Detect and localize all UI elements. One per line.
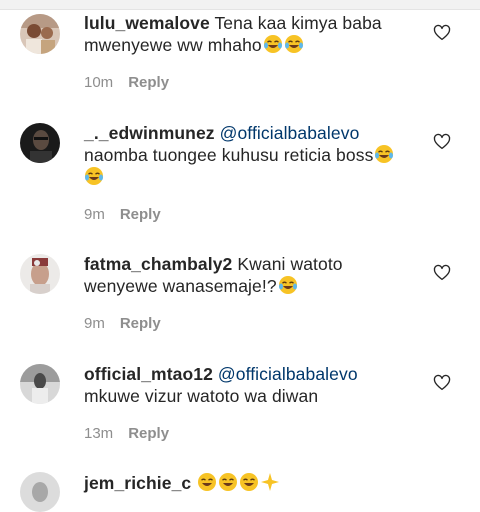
comment-timestamp: 9m: [84, 315, 105, 332]
laughing-tears-emoji-icon: [263, 35, 282, 53]
reply-button[interactable]: Reply: [120, 206, 161, 223]
comment-timestamp: 9m: [84, 206, 105, 223]
comment-meta: 10m Reply: [84, 74, 169, 91]
comment-body: fatma_chambaly2 Kwani watoto wenyewe wan…: [84, 253, 414, 297]
comment-body: jem_richie_c: [84, 472, 414, 494]
comment-body: official_mtao12 @officialbabalevo mkuwe …: [84, 363, 414, 407]
comment-username[interactable]: official_mtao12: [84, 364, 213, 384]
avatar[interactable]: [20, 123, 60, 163]
comment-body: _._edwinmunez @officialbabalevo naomba t…: [84, 122, 414, 188]
laughing-tears-emoji-icon: [284, 35, 303, 53]
comment-timestamp: 10m: [84, 74, 114, 91]
comment-text: naomba tuongee kuhusu reticia boss: [84, 145, 374, 165]
reply-button[interactable]: Reply: [128, 74, 169, 91]
heart-outline-icon[interactable]: [433, 374, 451, 392]
avatar[interactable]: [20, 364, 60, 404]
avatar[interactable]: [20, 472, 60, 512]
comment-meta: 9m Reply: [84, 315, 161, 332]
comment-username[interactable]: _._edwinmunez: [84, 123, 215, 143]
comment-timestamp: 13m: [84, 425, 114, 442]
comments-list: lulu_wemalove Tena kaa kimya baba mwenye…: [0, 0, 480, 512]
laughing-tears-emoji-icon: [375, 145, 394, 163]
heart-outline-icon[interactable]: [433, 264, 451, 282]
heart-outline-icon[interactable]: [433, 24, 451, 42]
avatar[interactable]: [20, 14, 60, 54]
comment-username[interactable]: fatma_chambaly2: [84, 254, 232, 274]
laughing-tears-emoji-icon: [198, 473, 217, 491]
comment-meta: 13m Reply: [84, 425, 169, 442]
comment-username[interactable]: jem_richie_c: [84, 473, 191, 493]
sparkles-emoji-icon: [261, 473, 280, 491]
laughing-tears-emoji-icon: [278, 276, 297, 294]
comment-text: mkuwe vizur watoto wa diwan: [84, 386, 319, 406]
comment-mention[interactable]: @officialbabalevo: [218, 364, 358, 384]
reply-button[interactable]: Reply: [120, 315, 161, 332]
laughing-tears-emoji-icon: [240, 473, 259, 491]
avatar[interactable]: [20, 254, 60, 294]
comment-username[interactable]: lulu_wemalove: [84, 13, 210, 33]
laughing-tears-emoji-icon: [85, 167, 103, 185]
comment-body: lulu_wemalove Tena kaa kimya baba mwenye…: [84, 12, 414, 56]
comment-meta: 9m Reply: [84, 206, 161, 223]
heart-outline-icon[interactable]: [433, 133, 451, 151]
laughing-tears-emoji-icon: [219, 473, 238, 491]
reply-button[interactable]: Reply: [128, 425, 169, 442]
comment-mention[interactable]: @officialbabalevo: [220, 123, 360, 143]
